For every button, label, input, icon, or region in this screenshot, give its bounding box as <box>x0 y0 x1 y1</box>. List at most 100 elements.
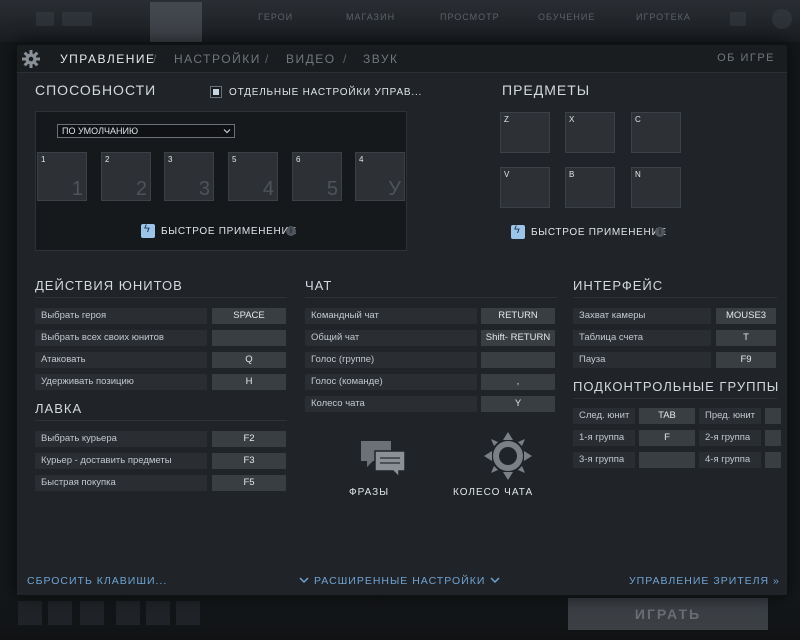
slot-number: 5 <box>326 178 338 200</box>
nav-separator: / <box>265 52 269 66</box>
hotkey-label: 3-я группа <box>573 452 635 468</box>
background-avatar <box>772 9 792 29</box>
hotkey-label: Пауза <box>573 352 711 368</box>
tab-sound[interactable]: ЗВУК <box>363 52 398 66</box>
background-tab: МАГАЗИН <box>346 12 396 22</box>
hotkey-button[interactable] <box>481 352 555 368</box>
tab-controls[interactable]: УПРАВЛЕНИЕ <box>60 52 156 66</box>
hotkey-label: Выбрать всех своих юнитов <box>35 330 207 346</box>
advanced-settings-link[interactable]: РАСШИРЕННЫЕ НАСТРОЙКИ <box>299 575 500 587</box>
ability-slot-3[interactable]: 3 3 <box>164 152 214 201</box>
hotkey-label: Атаковать <box>35 352 207 368</box>
slot-key: N <box>635 170 641 179</box>
info-icon[interactable]: i <box>286 226 296 236</box>
background-icon <box>62 12 92 26</box>
chat-wheel-icon[interactable] <box>483 431 533 481</box>
gear-icon[interactable] <box>21 49 41 69</box>
hotkey-label: Пред. юнит <box>699 408 761 424</box>
background-tab: ИГРОТЕКА <box>636 12 691 22</box>
control-groups-title: ПОДКОНТРОЛЬНЫЕ ГРУППЫ <box>573 379 780 394</box>
background-slot <box>146 601 170 625</box>
chevron-down-icon <box>490 577 500 584</box>
hotkey-button[interactable]: F <box>639 430 695 446</box>
ability-slot-1[interactable]: 1 1 <box>37 152 87 201</box>
ability-slot-2[interactable]: 2 2 <box>101 152 151 201</box>
separate-settings-checkbox[interactable] <box>210 86 222 98</box>
hotkey-button[interactable]: T <box>716 330 776 346</box>
hotkey-label: Удерживать позицию <box>35 374 207 390</box>
hotkey-button[interactable]: MOUSE3 <box>716 308 776 324</box>
ability-slot-5[interactable]: 6 5 <box>292 152 342 201</box>
about-game-link[interactable]: ОБ ИГРЕ <box>717 52 775 64</box>
item-slot-x[interactable]: X <box>565 112 615 153</box>
unit-actions-title: ДЕЙСТВИЯ ЮНИТОВ <box>35 278 183 293</box>
hotkey-button[interactable]: TAB <box>639 408 695 424</box>
background-slot <box>80 601 104 625</box>
hotkey-button[interactable] <box>212 330 286 346</box>
tab-settings[interactable]: НАСТРОЙКИ <box>174 52 261 66</box>
hotkey-button[interactable]: , <box>481 374 555 390</box>
item-slot-n[interactable]: N <box>631 167 681 208</box>
hotkey-button[interactable] <box>639 452 695 468</box>
settings-panel: УПРАВЛЕНИЕ / НАСТРОЙКИ / ВИДЕО / ЗВУК ОБ… <box>16 44 788 596</box>
spectator-controls-link[interactable]: УПРАВЛЕНИЕ ЗРИТЕЛЯ » <box>629 575 780 587</box>
separate-settings-label: ОТДЕЛЬНЫЕ НАСТРОЙКИ УПРАВ... <box>229 87 423 98</box>
hotkey-label: Быстрая покупка <box>35 475 207 491</box>
hotkey-button[interactable]: RETURN <box>481 308 555 324</box>
info-icon[interactable]: i <box>655 227 665 237</box>
slot-key: 4 <box>359 155 364 164</box>
quick-cast-ability-icon[interactable] <box>141 223 155 238</box>
nav-separator: / <box>153 52 157 66</box>
background-tab: ПРОСМОТР <box>440 12 500 22</box>
hotkey-button[interactable]: Shift- RETURN <box>481 330 555 346</box>
interface-title: ИНТЕРФЕЙС <box>573 278 664 293</box>
settings-nav-bar: УПРАВЛЕНИЕ / НАСТРОЙКИ / ВИДЕО / ЗВУК ОБ… <box>17 45 787 73</box>
hotkey-button[interactable] <box>765 408 781 424</box>
item-slot-b[interactable]: B <box>565 167 615 208</box>
hotkey-button[interactable] <box>765 452 781 468</box>
ability-slot-4[interactable]: 5 4 <box>228 152 278 201</box>
hotkey-label: Таблица счета <box>573 330 711 346</box>
quick-cast-items-icon[interactable] <box>511 224 525 239</box>
slot-key: C <box>635 115 641 124</box>
slot-number: У <box>388 178 401 200</box>
hotkey-button[interactable]: F2 <box>212 431 286 447</box>
divider <box>35 420 287 421</box>
hotkey-button[interactable] <box>765 430 781 446</box>
reset-hotkeys-link[interactable]: СБРОСИТЬ КЛАВИШИ... <box>27 575 167 587</box>
slot-number: 2 <box>135 178 147 200</box>
hotkey-button[interactable]: Y <box>481 396 555 412</box>
ability-slot-ultimate[interactable]: 4 У <box>355 152 405 201</box>
slot-key: Z <box>504 115 509 124</box>
background-slot <box>176 601 200 625</box>
hotkey-label: Выбрать курьера <box>35 431 207 447</box>
slot-key: 6 <box>296 155 301 164</box>
hotkey-button[interactable]: F9 <box>716 352 776 368</box>
chat-title: ЧАТ <box>305 278 333 293</box>
item-slot-c[interactable]: C <box>631 112 681 153</box>
item-slot-v[interactable]: V <box>500 167 550 208</box>
hotkey-label: Колесо чата <box>305 396 477 412</box>
tab-video[interactable]: ВИДЕО <box>286 52 336 66</box>
chevron-down-icon <box>299 577 309 584</box>
background-logo <box>150 2 202 42</box>
hotkey-button[interactable]: H <box>212 374 286 390</box>
divider <box>573 398 777 399</box>
hotkey-button[interactable]: F5 <box>212 475 286 491</box>
hotkey-label: 1-я группа <box>573 430 635 446</box>
hotkey-button[interactable]: SPACE <box>212 308 286 324</box>
background-top-bar: ГЕРОИ МАГАЗИН ПРОСМОТР ОБУЧЕНИЕ ИГРОТЕКА <box>0 0 800 42</box>
background-tab: ОБУЧЕНИЕ <box>538 12 596 22</box>
item-slot-z[interactable]: Z <box>500 112 550 153</box>
chat-bubbles-icon[interactable] <box>359 439 407 479</box>
abilities-title: СПОСОБНОСТИ <box>35 82 157 98</box>
hotkey-button[interactable]: Q <box>212 352 286 368</box>
hotkey-preset-dropdown[interactable]: ПО УМОЛЧАНИЮ <box>57 124 235 138</box>
hotkey-label: След. юнит <box>573 408 635 424</box>
hotkey-button[interactable]: F3 <box>212 453 286 469</box>
hotkey-label: Командный чат <box>305 308 477 324</box>
chat-wheel-label: КОЛЕСО ЧАТА <box>453 487 534 498</box>
hotkey-label: 2-я группа <box>699 430 761 446</box>
shop-title: ЛАВКА <box>35 401 83 416</box>
background-icon <box>36 12 54 26</box>
